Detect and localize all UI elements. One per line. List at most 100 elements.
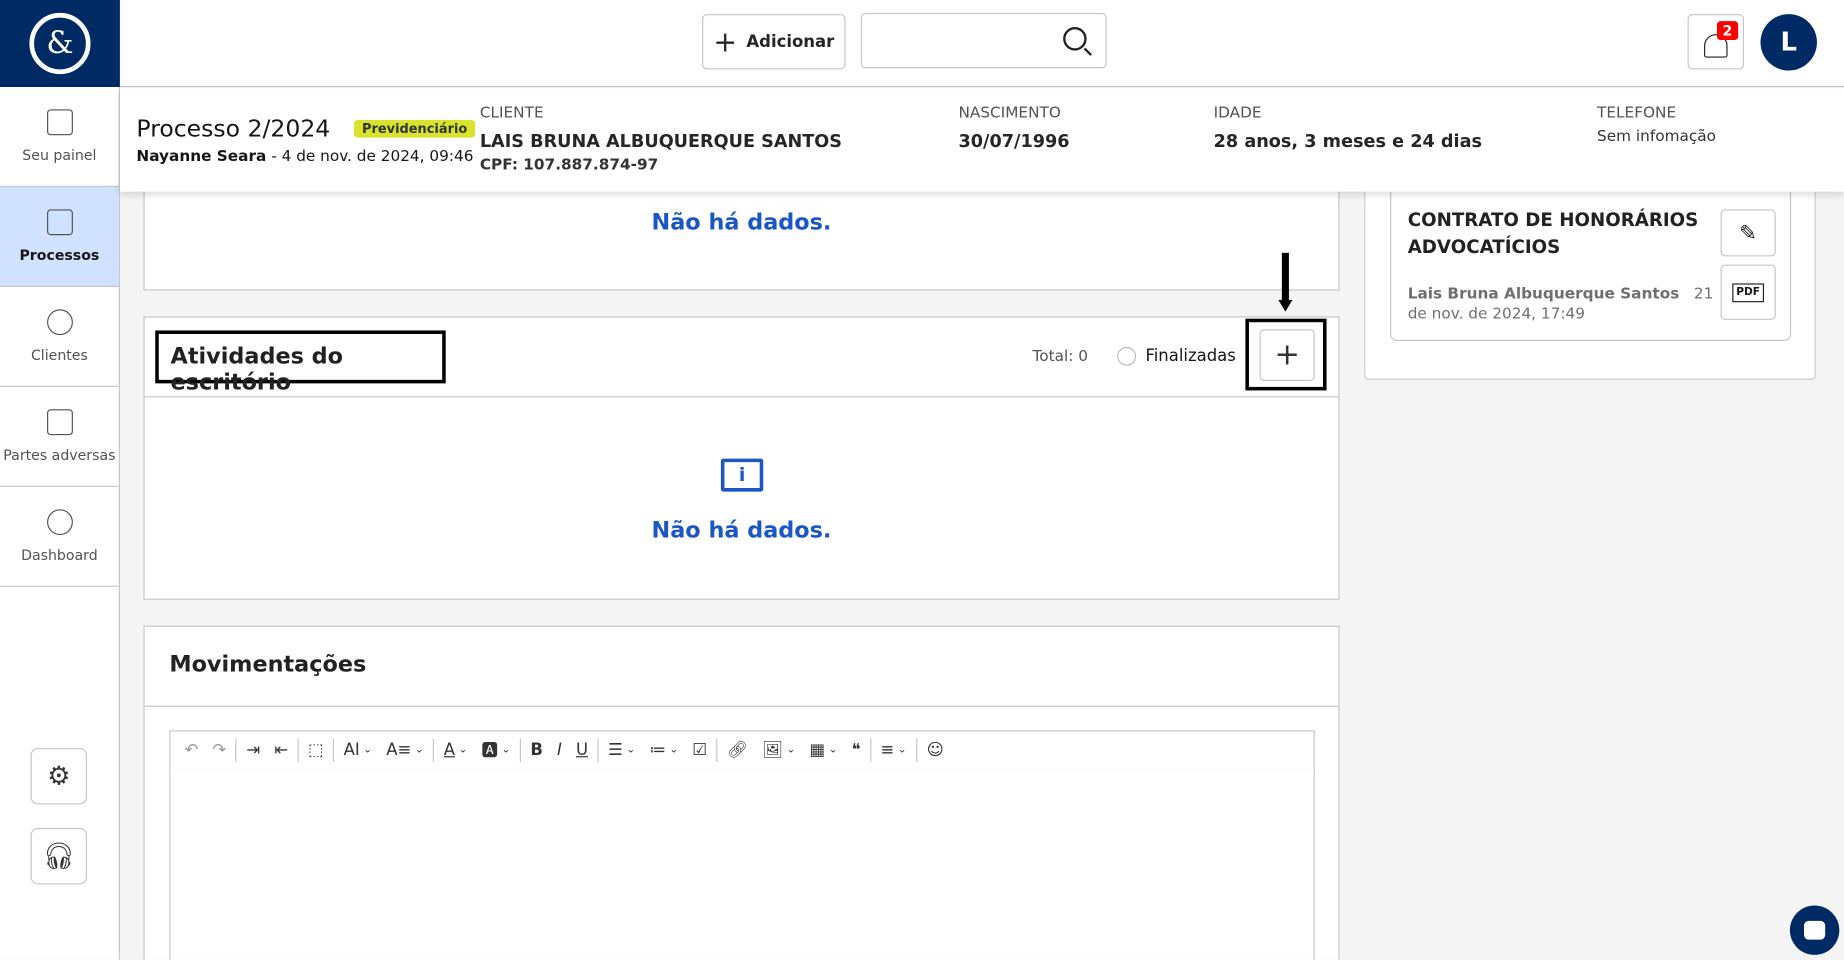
- add-label: Adicionar: [746, 32, 835, 52]
- insert-image-button[interactable]: 🖼︎ ⌄: [755, 741, 802, 760]
- search-icon[interactable]: [1063, 27, 1087, 51]
- font-color-icon: A: [443, 740, 455, 760]
- undo-icon: ↶: [184, 740, 199, 760]
- accessibility-button[interactable]: ☺: [920, 741, 951, 760]
- nav-label: Clientes: [30, 346, 88, 364]
- nav-label: Dashboard: [21, 546, 98, 564]
- plus-icon: +: [1274, 337, 1300, 373]
- total-count: Total: 0: [1032, 348, 1089, 366]
- empty-message: Não há dados.: [651, 209, 832, 236]
- select-all-button[interactable]: ⬚: [301, 741, 331, 760]
- indent-icon: ⇥: [246, 740, 261, 760]
- bulleted-list-button[interactable]: ☰ ⌄: [601, 741, 642, 760]
- search-input[interactable]: [862, 14, 1051, 68]
- contract-author: Lais Bruna Albuquerque Santos: [1407, 285, 1680, 304]
- notifications-button[interactable]: 2: [1687, 14, 1745, 70]
- chat-icon: [1804, 920, 1826, 940]
- toolbar-separator: [519, 738, 521, 763]
- nav-label: Partes adversas: [3, 446, 116, 464]
- phone-label: TELEFONE: [1597, 104, 1677, 123]
- age-value: 28 anos, 3 meses e 24 dias: [1213, 130, 1483, 152]
- link-icon: 🔗︎: [727, 740, 748, 760]
- list-icon: [46, 109, 73, 136]
- sidebar-item-clientes[interactable]: Clientes: [0, 287, 119, 387]
- text-style-icon: A≡: [386, 740, 412, 760]
- insert-image-icon: 🖼︎: [762, 740, 784, 760]
- sidebar-item-seu-painel[interactable]: Seu painel: [0, 87, 119, 187]
- outdent-button[interactable]: ⇤: [267, 741, 295, 760]
- author: Nayanne Seara: [136, 148, 267, 166]
- phone-value: Sem infomação: [1597, 128, 1716, 146]
- font-size-button[interactable]: AI ⌄: [337, 741, 380, 760]
- pie-chart-icon: [46, 509, 73, 536]
- accessibility-icon: ☺: [926, 740, 944, 760]
- underline-icon: U: [575, 740, 589, 760]
- plus-icon: +: [713, 25, 738, 59]
- sidebar: Seu painel Processos Clientes Partes adv…: [0, 87, 120, 960]
- redo-button[interactable]: ↷: [205, 741, 233, 760]
- insert-table-button[interactable]: ▦ ⌄: [802, 741, 844, 760]
- sidebar-item-processos[interactable]: Processos: [0, 186, 119, 287]
- logo-mark: &: [29, 12, 91, 75]
- chat-button[interactable]: [1789, 905, 1840, 955]
- avatar[interactable]: L: [1760, 14, 1817, 71]
- settings-button[interactable]: ⚙: [30, 747, 88, 805]
- search-box: [860, 12, 1107, 69]
- toolbar-separator: [916, 738, 918, 763]
- support-button[interactable]: 🎧︎: [30, 827, 88, 885]
- add-button[interactable]: + Adicionar: [702, 14, 846, 70]
- editor-body[interactable]: [169, 769, 1315, 960]
- add-activity-button[interactable]: +: [1259, 329, 1315, 382]
- arrow-head: [1278, 299, 1293, 312]
- user-icon: [46, 309, 73, 336]
- editor-toolbar: ↶ ↷ ⇥ ⇤ ⬚ AI ⌄ A≡ ⌄ A ⌄ 🅰︎ ⌄ B I U ☰ ⌄ ≔ ⌄ ☑ 🔗︎ 🖼︎ ⌄ ▦ ⌄ ❝ ≡ ⌄ ☺: [169, 730, 1315, 771]
- movimentacoes-card: Movimentações ↶ ↷ ⇥ ⇤ ⬚ AI ⌄ A≡ ⌄ A ⌄ 🅰︎ ⌄ B I U ☰ ⌄ ≔ ⌄ ☑ 🔗︎…: [143, 625, 1340, 960]
- toolbar-separator: [433, 738, 435, 763]
- font-color-button[interactable]: A ⌄: [437, 741, 475, 760]
- notification-badge: 2: [1716, 21, 1739, 40]
- toolbar-separator: [333, 738, 335, 763]
- insert-table-icon: ▦: [809, 740, 826, 760]
- block-quote-button[interactable]: ❝: [845, 741, 868, 760]
- select-all-icon: ⬚: [308, 740, 324, 760]
- todo-list-button[interactable]: ☑: [685, 741, 714, 760]
- edit-button[interactable]: ✎: [1720, 209, 1776, 257]
- bold-button[interactable]: B: [523, 741, 550, 760]
- edit-icon: ✎: [1739, 220, 1758, 246]
- underline-button[interactable]: U: [569, 741, 595, 760]
- italic-icon: I: [557, 740, 562, 760]
- radio-icon: [1117, 346, 1137, 366]
- contract-card[interactable]: CONTRATO DE HONORÁRIOS ADVOCATÍCIOS Lais…: [1390, 176, 1792, 342]
- sidebar-item-dashboard[interactable]: Dashboard: [0, 487, 119, 587]
- sidebar-item-partes-adversas[interactable]: Partes adversas: [0, 387, 119, 487]
- page-title: Processo 2/2024: [136, 114, 331, 143]
- undo-button[interactable]: ↶: [178, 741, 206, 760]
- finalizadas-radio[interactable]: Finalizadas: [1117, 346, 1236, 366]
- toolbar-separator: [869, 738, 872, 763]
- chevron-down-icon: ⌄: [786, 744, 796, 757]
- toolbar-separator: [597, 738, 599, 763]
- align-button[interactable]: ≡ ⌄: [873, 741, 913, 760]
- empty-message: Não há dados.: [651, 517, 832, 544]
- background-color-button[interactable]: 🅰︎ ⌄: [474, 739, 517, 763]
- category-tag: Previdenciário: [353, 119, 476, 138]
- chevron-down-icon: ⌄: [669, 744, 679, 757]
- chevron-down-icon: ⌄: [458, 744, 468, 757]
- pdf-button[interactable]: PDF: [1720, 264, 1776, 320]
- redo-icon: ↷: [212, 740, 227, 760]
- chevron-down-icon: ⌄: [828, 744, 838, 757]
- section-title: Movimentações: [169, 651, 367, 678]
- indent-button[interactable]: ⇥: [239, 741, 267, 760]
- link-button[interactable]: 🔗︎: [720, 741, 755, 760]
- toolbar-separator: [235, 738, 237, 763]
- client-cpf: CPF: 107.887.874-97: [479, 156, 659, 175]
- logo[interactable]: &: [0, 0, 120, 88]
- birth-date: 30/07/1996: [958, 130, 1070, 152]
- documents-panel: CONTRATO DE HONORÁRIOS ADVOCATÍCIOS Lais…: [1364, 176, 1816, 380]
- headset-icon: 🎧︎: [42, 841, 76, 871]
- chevron-down-icon: ⌄: [626, 744, 636, 757]
- text-style-button[interactable]: A≡ ⌄: [379, 741, 431, 760]
- italic-button[interactable]: I: [550, 741, 569, 760]
- document-icon: [46, 409, 73, 436]
- numbered-list-button[interactable]: ≔ ⌄: [642, 741, 685, 760]
